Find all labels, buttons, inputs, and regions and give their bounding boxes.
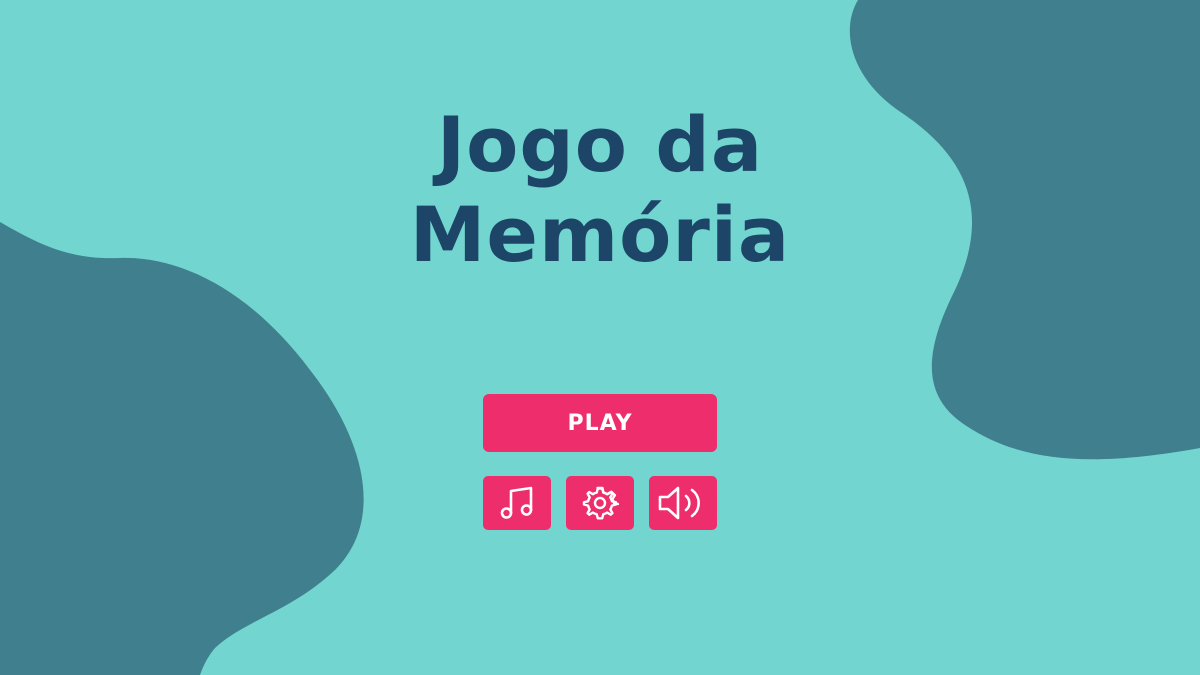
volume-button[interactable]	[649, 476, 717, 530]
music-button[interactable]	[483, 476, 551, 530]
title-line-2: Memória	[409, 190, 791, 279]
settings-button[interactable]	[566, 476, 634, 530]
play-button[interactable]: PLAY	[483, 394, 717, 452]
game-title: Jogo da Memória	[0, 100, 1200, 280]
bottom-left-blob	[0, 222, 364, 675]
music-note-icon	[497, 483, 537, 523]
title-line-1: Jogo da	[436, 100, 764, 189]
speaker-volume-icon	[656, 483, 710, 523]
gear-icon	[581, 484, 619, 522]
